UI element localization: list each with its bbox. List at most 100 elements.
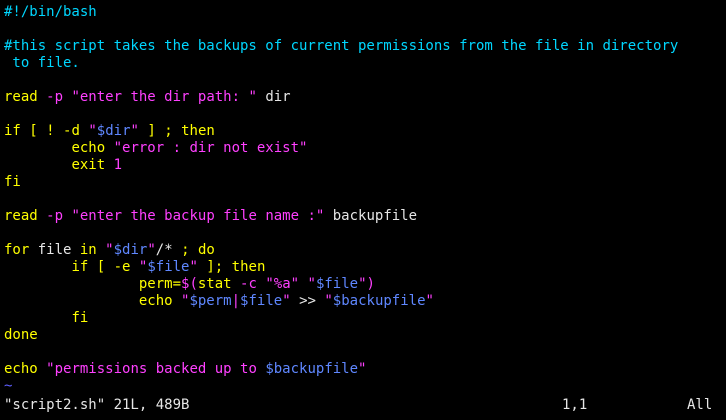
code-line: for file in "$dir"/* ; do <box>4 242 726 259</box>
cursor-position: 1,1 <box>562 397 588 413</box>
code-token: read <box>4 208 38 224</box>
code-line: #!/bin/bash <box>4 4 726 21</box>
code-token: ! <box>46 123 55 139</box>
code-token: "enter the backup file name :" <box>71 208 325 224</box>
code-token: " <box>265 276 274 292</box>
code-token: if <box>4 123 21 139</box>
code-token: fi <box>4 174 21 190</box>
terminal-window[interactable]: #!/bin/bash #this script takes the backup… <box>0 0 726 420</box>
code-token: then <box>181 123 215 139</box>
code-token: -p <box>46 89 64 105</box>
code-token: $file <box>315 276 359 292</box>
code-line: echo "error : dir not exist" <box>4 140 726 157</box>
empty-line-tilde: ~ <box>4 378 13 394</box>
code-token: " <box>307 276 316 292</box>
code-token: [ <box>96 259 106 275</box>
code-line: read -p "enter the dir path: " dir <box>4 89 726 106</box>
code-token: then <box>231 259 266 275</box>
code-token: #!/bin/bash <box>4 4 97 20</box>
code-line: to file. <box>4 55 726 72</box>
code-token: do <box>197 242 215 258</box>
code-token: ]; <box>206 259 224 275</box>
code-token: file <box>29 242 80 258</box>
code-line: perm=$(stat -c "%a" "$file") <box>4 276 726 293</box>
code-line: echo "$perm|$file" >> "$backupfile" <box>4 293 726 310</box>
code-line: if [ -e "$file" ]; then <box>4 259 726 276</box>
code-token: "enter the dir path: " <box>71 89 257 105</box>
code-token: if <box>71 259 89 275</box>
code-token: ; <box>164 123 173 139</box>
code-token: $file <box>240 293 283 309</box>
code-token: "error : dir not exist" <box>113 140 308 156</box>
code-token: fi <box>71 310 89 326</box>
code-token: " <box>358 276 367 292</box>
code-line: echo "permissions backed up to $backupfi… <box>4 361 726 378</box>
code-token: $backupfile <box>265 361 359 377</box>
code-token: [ <box>29 123 38 139</box>
code-token: #this script takes the backups of curren… <box>4 38 679 54</box>
code-token: ; <box>181 242 190 258</box>
code-token: -d <box>63 123 80 139</box>
code-line: fi <box>4 174 726 191</box>
code-token: done <box>4 327 38 343</box>
code-token: " <box>324 293 333 309</box>
code-token: /* <box>155 242 173 258</box>
code-token: perm= <box>138 276 182 292</box>
code-line: read -p "enter the backup file name :" b… <box>4 208 726 225</box>
code-token: $dir <box>113 242 148 258</box>
code-token: $( <box>181 276 198 292</box>
code-token: " <box>358 361 367 377</box>
code-token: backupfile <box>324 208 418 224</box>
code-token: for <box>4 242 30 258</box>
code-token: $dir <box>96 123 131 139</box>
scroll-percent: All <box>687 397 713 413</box>
code-token: $perm <box>189 293 232 309</box>
code-token: | <box>231 293 241 309</box>
file-info: "script2.sh" 21L, 489B <box>4 397 190 413</box>
code-token: >> <box>290 293 325 309</box>
code-token: " <box>130 123 139 139</box>
editor-buffer[interactable]: #!/bin/bash #this script takes the backup… <box>4 4 726 395</box>
code-token: to file. <box>4 55 80 71</box>
code-line: exit 1 <box>4 157 726 174</box>
code-token: " <box>105 242 114 258</box>
code-token: " <box>290 276 300 292</box>
code-token: echo <box>71 140 106 156</box>
code-line: done <box>4 327 726 344</box>
code-token: $backupfile <box>332 293 426 309</box>
code-token: -c <box>240 276 257 292</box>
code-line: fi <box>4 310 726 327</box>
code-token: dir <box>256 89 291 105</box>
code-token: ] <box>147 123 156 139</box>
code-token: " <box>425 293 434 309</box>
vim-status-line: "script2.sh" 21L, 489B 1,1 All <box>4 397 726 414</box>
code-token: $file <box>147 259 190 275</box>
code-token: " <box>189 259 198 275</box>
code-token: ) <box>366 276 375 292</box>
code-token: 1 <box>113 157 123 173</box>
code-token: %a <box>273 276 291 292</box>
